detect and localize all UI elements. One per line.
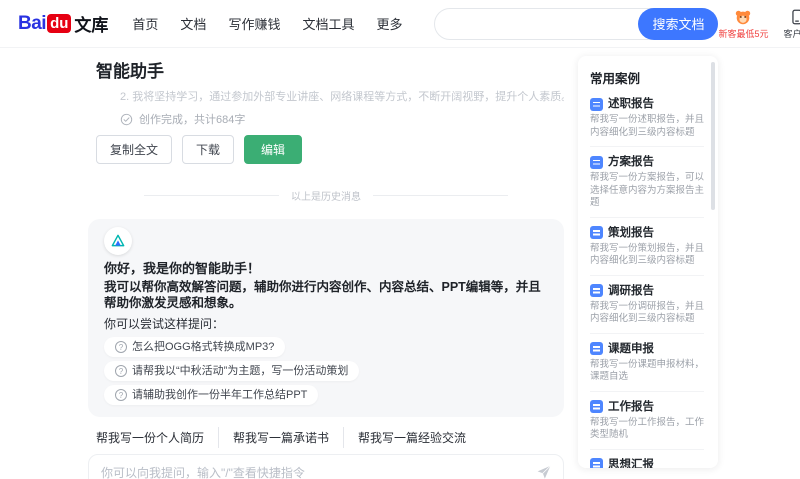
baidu-wenku-logo[interactable]: Bai du 文库 <box>18 11 108 36</box>
common-cases-panel: 常用案例 述职报告 帮我写一份述职报告，并且内容细化到三级内容标题 方案报告 帮… <box>578 56 718 468</box>
send-icon[interactable] <box>535 463 553 479</box>
suggestion-text: 请帮我以“中秋活动”为主题，写一份活动策划 <box>132 365 349 377</box>
suggestion-chip-ogg-mp3[interactable]: 怎么把OGG格式转换成MP3? <box>104 337 286 357</box>
promo-mascot-icon <box>736 10 751 24</box>
case-item-thought-report[interactable]: 思想汇报 帮我写一份思想汇报 <box>590 450 704 469</box>
document-icon <box>590 226 603 239</box>
case-item-planning-report[interactable]: 策划报告 帮我写一份策划报告，并且内容细化到三级内容标题 <box>590 218 704 276</box>
panel-title: 常用案例 <box>590 72 641 86</box>
question-icon <box>115 341 127 353</box>
case-desc: 帮我写一份工作报告，工作类型随机 <box>590 416 705 441</box>
history-divider-text: 以上是历史消息 <box>291 192 361 203</box>
new-user-promo[interactable]: 新客最低5元 <box>718 8 769 40</box>
search-button[interactable]: 搜索文档 <box>638 7 719 40</box>
header-right: 新客最低5元 客户端 看过 <box>718 8 800 40</box>
question-icon <box>115 365 127 377</box>
case-desc: 帮我写一份述职报告，并且内容细化到三级内容标题 <box>590 114 705 138</box>
creation-status-text: 创作完成，共计684字 <box>139 114 246 126</box>
suggestion-chip-summary-ppt[interactable]: 请辅助我创作一份半年工作总结PPT <box>104 385 319 405</box>
document-icon <box>590 284 603 297</box>
creation-status: 创作完成，共计684字 <box>120 111 564 127</box>
chat-column: 智能助手 2. 我将坚持学习，通过参加外部专业讲座、网络课程等方式，不断开阔视野… <box>88 48 564 479</box>
top-header: Bai du 文库 首页 文档 写作赚钱 文档工具 更多 搜索文档 新客最低5元 <box>0 0 800 48</box>
case-desc: 帮我写一份方案报告，可以选择任意内容为方案报告主题 <box>590 172 705 208</box>
case-title: 策划报告 <box>608 226 654 239</box>
case-title: 工作报告 <box>608 400 654 413</box>
case-title: 课题申报 <box>608 342 654 355</box>
document-icon <box>590 458 603 468</box>
nav-item-doc-tools[interactable]: 文档工具 <box>302 14 354 33</box>
case-item-duty-report[interactable]: 述职报告 帮我写一份述职报告，并且内容细化到三级内容标题 <box>590 89 704 147</box>
case-desc: 帮我写一份课题申报材料，课题自选 <box>590 358 705 383</box>
case-item-project-application[interactable]: 课题申报 帮我写一份课题申报材料，课题自选 <box>590 334 704 392</box>
download-button[interactable]: 下载 <box>182 135 235 164</box>
edit-button[interactable]: 编辑 <box>244 135 303 164</box>
case-desc: 帮我写一份调研报告，并且内容细化到三级内容标题 <box>590 300 705 325</box>
nav-item-docs[interactable]: 文档 <box>180 14 206 33</box>
case-title: 述职报告 <box>608 98 654 110</box>
search-input[interactable] <box>435 9 640 38</box>
quick-prompt-tabs: 帮我写一份个人简历 帮我写一篇承诺书 帮我写一篇经验交流 <box>88 427 564 448</box>
quick-prompt-commitment[interactable]: 帮我写一篇承诺书 <box>218 427 343 448</box>
content-area: 智能助手 2. 我将坚持学习，通过参加外部专业讲座、网络课程等方式，不断开阔视野… <box>0 48 800 479</box>
history-actions: 复制全文 下载 编辑 <box>96 135 564 164</box>
assistant-message: 你好，我是你的智能助手！ 我可以帮你高效解答问题，辅助你进行内容创作、内容总结、… <box>88 219 564 417</box>
page-title: 智能助手 <box>96 62 164 81</box>
logo-text-wenku: 文库 <box>74 16 109 35</box>
client-label: 客户端 <box>783 28 800 39</box>
suggestion-text: 怎么把OGG格式转换成MP3? <box>132 341 275 353</box>
client-download[interactable]: 客户端 <box>784 8 800 40</box>
assistant-try-label: 你可以尝试这样提问： <box>104 317 225 331</box>
case-title: 调研报告 <box>608 284 654 297</box>
message-input[interactable] <box>89 455 563 479</box>
case-title: 方案报告 <box>608 156 654 168</box>
copy-full-text-button[interactable]: 复制全文 <box>96 135 173 164</box>
assistant-greeting: 你好，我是你的智能助手！ <box>104 261 261 276</box>
case-item-plan-report[interactable]: 方案报告 帮我写一份方案报告，可以选择任意内容为方案报告主题 <box>590 147 704 218</box>
check-circle-icon <box>120 113 133 125</box>
case-desc: 帮我写一份策划报告，并且内容细化到三级内容标题 <box>590 242 705 267</box>
history-partial-text: 2. 我将坚持学习，通过参加外部专业讲座、网络课程等方式，不断开阔视野，提升个人… <box>120 91 564 103</box>
suggestion-chips: 怎么把OGG格式转换成MP3? 请帮我以“中秋活动”为主题，写一份活动策划 请辅… <box>104 337 548 405</box>
logo-text-bai: Bai <box>18 12 47 34</box>
quick-prompt-resume[interactable]: 帮我写一份个人简历 <box>88 427 218 448</box>
nav-item-home[interactable]: 首页 <box>132 14 158 33</box>
main-nav: 首页 文档 写作赚钱 文档工具 更多 <box>132 14 402 33</box>
document-icon <box>590 400 603 413</box>
question-icon <box>115 389 127 401</box>
case-item-research-report[interactable]: 调研报告 帮我写一份调研报告，并且内容细化到三级内容标题 <box>590 276 704 334</box>
phone-icon <box>792 9 800 24</box>
suggestion-chip-midautumn-plan[interactable]: 请帮我以“中秋活动”为主题，写一份活动策划 <box>104 361 360 381</box>
case-item-work-report[interactable]: 工作报告 帮我写一份工作报告，工作类型随机 <box>590 392 704 450</box>
nav-item-more[interactable]: 更多 <box>376 14 402 33</box>
suggestion-text: 请辅助我创作一份半年工作总结PPT <box>132 389 308 401</box>
document-icon <box>590 97 603 111</box>
document-icon <box>590 155 603 169</box>
assistant-intro: 我可以帮你高效解答问题，辅助你进行内容创作、内容总结、PPT编辑等，并且帮助你激… <box>104 280 541 310</box>
promo-label: 新客最低5元 <box>718 28 769 39</box>
panel-scrollbar[interactable] <box>711 62 715 210</box>
logo-text-du: du <box>47 14 72 33</box>
case-title: 思想汇报 <box>608 458 654 469</box>
search-bar: 搜索文档 <box>434 7 719 40</box>
quick-prompt-experience[interactable]: 帮我写一篇经验交流 <box>343 427 480 448</box>
document-icon <box>590 342 603 355</box>
assistant-avatar <box>104 227 132 255</box>
assistant-logo-icon <box>111 234 125 247</box>
message-composer: 0/400 <box>88 454 564 479</box>
history-divider: 以上是历史消息 <box>144 188 508 203</box>
nav-item-write-earn[interactable]: 写作赚钱 <box>228 14 280 33</box>
